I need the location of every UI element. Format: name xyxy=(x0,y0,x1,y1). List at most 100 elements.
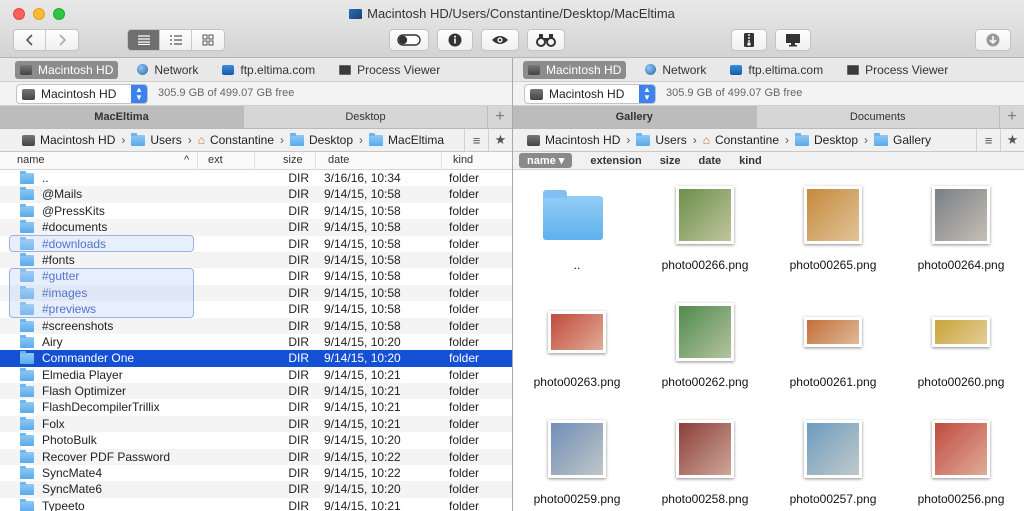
thumbnail-item[interactable]: photo00260.png xyxy=(897,287,1024,404)
detail-view-button[interactable] xyxy=(160,30,192,50)
list-item[interactable]: Flash Optimizer DIR 9/14/15, 10:21 folder xyxy=(0,383,512,400)
favorite-ftp[interactable]: ftp.eltima.com xyxy=(725,61,828,79)
thumbnail-item[interactable]: photo00257.png xyxy=(769,404,897,511)
terminal-button[interactable] xyxy=(775,29,811,51)
back-button[interactable] xyxy=(14,30,46,50)
sort-by-size[interactable]: size xyxy=(660,155,681,167)
thumbnail-item[interactable]: photo00263.png xyxy=(513,287,641,404)
list-item[interactable]: Recover PDF Password DIR 9/14/15, 10:22 fol… xyxy=(0,448,512,466)
thumbnail-item[interactable]: photo00259.png xyxy=(513,404,641,511)
list-item[interactable]: PhotoBulk DIR 9/14/15, 10:20 folder xyxy=(0,432,512,448)
list-item[interactable]: @Mails DIR 9/14/15, 10:58 folder xyxy=(0,186,512,203)
breadcrumb-item[interactable]: Users xyxy=(131,132,182,147)
breadcrumb-item[interactable]: Desktop xyxy=(290,132,353,147)
favorite-ftp[interactable]: ftp.eltima.com xyxy=(217,61,320,79)
sort-by-kind[interactable]: kind xyxy=(739,155,762,167)
menu-icon[interactable]: ≡ xyxy=(464,129,488,151)
parent-folder-item[interactable]: .. xyxy=(513,170,641,287)
column-size[interactable]: size xyxy=(283,154,303,166)
file-kind: folder xyxy=(449,449,480,464)
breadcrumb-item[interactable]: Macintosh HD xyxy=(22,133,115,147)
list-view-button[interactable] xyxy=(128,30,160,50)
tab-maceltima[interactable]: MacEltima xyxy=(0,106,244,128)
menu-icon[interactable]: ≡ xyxy=(976,129,1000,151)
breadcrumb-item[interactable]: MacEltima xyxy=(369,132,444,147)
favorite-macintosh-hd[interactable]: Macintosh HD xyxy=(15,60,119,79)
thumbnail-item[interactable]: photo00256.png xyxy=(897,404,1024,511)
column-name[interactable]: name xyxy=(17,154,45,166)
column-date[interactable]: date xyxy=(328,154,349,166)
file-name: FlashDecompilerTrillix xyxy=(42,400,160,415)
column-ext[interactable]: ext xyxy=(208,154,223,166)
list-item[interactable]: #screenshots DIR 9/14/15, 10:58 folder xyxy=(0,317,512,334)
thumbnail-item[interactable]: photo00262.png xyxy=(641,287,769,404)
list-item[interactable]: #gutter DIR 9/14/15, 10:58 folder xyxy=(0,268,512,284)
add-tab-button[interactable]: + xyxy=(1000,106,1024,128)
folder-icon xyxy=(131,132,146,146)
folder-icon xyxy=(20,334,34,348)
thumbnail-item[interactable]: photo00258.png xyxy=(641,404,769,511)
list-item[interactable]: Airy DIR 9/14/15, 10:20 folder xyxy=(0,334,512,350)
thumbnail-item[interactable]: photo00265.png xyxy=(769,170,897,287)
star-icon[interactable]: ★ xyxy=(488,129,512,151)
breadcrumb-item[interactable]: Users xyxy=(636,132,687,147)
left-drive-select[interactable]: Macintosh HD ▲ ▼ xyxy=(16,84,148,104)
column-kind[interactable]: kind xyxy=(453,154,473,166)
tab-gallery[interactable]: Gallery xyxy=(513,106,757,128)
thumbnail-item[interactable]: photo00264.png xyxy=(897,170,1024,287)
right-drive-select[interactable]: Macintosh HD ▲ ▼ xyxy=(524,84,656,104)
folder-icon xyxy=(636,132,651,146)
thumbnail-view-button[interactable] xyxy=(192,30,224,50)
file-date: 9/14/15, 10:58 xyxy=(324,220,401,235)
thumbnail-item[interactable]: photo00261.png xyxy=(769,287,897,404)
list-item[interactable]: Typeeto DIR 9/14/15, 10:21 folder xyxy=(0,498,512,511)
list-item[interactable]: #fonts DIR 9/14/15, 10:58 folder xyxy=(0,251,512,269)
star-icon[interactable]: ★ xyxy=(1000,129,1024,151)
list-item[interactable]: #downloads DIR 9/14/15, 10:58 folder xyxy=(0,236,512,252)
add-tab-button[interactable]: + xyxy=(488,106,512,128)
favorite-network[interactable]: Network xyxy=(132,61,203,79)
breadcrumb-item[interactable]: ⌂ Constantine xyxy=(703,133,779,147)
list-item[interactable]: Folx DIR 9/14/15, 10:21 folder xyxy=(0,415,512,433)
sort-by-name[interactable]: name ▾ xyxy=(519,153,573,168)
breadcrumb-item[interactable]: Desktop xyxy=(795,132,858,147)
list-item[interactable]: Commander One DIR 9/14/15, 10:20 folder xyxy=(0,350,512,367)
archive-button[interactable] xyxy=(731,29,767,51)
breadcrumb-item[interactable]: Macintosh HD xyxy=(527,133,620,147)
list-item[interactable]: Elmedia Player DIR 9/14/15, 10:21 folder xyxy=(0,367,512,383)
download-button[interactable] xyxy=(975,29,1011,51)
tab-documents[interactable]: Documents xyxy=(757,106,1000,128)
list-item[interactable]: .. DIR 3/16/16, 10:34 folder xyxy=(0,170,512,186)
forward-button[interactable] xyxy=(46,30,78,50)
tab-desktop[interactable]: Desktop xyxy=(244,106,488,128)
breadcrumb-item[interactable]: Gallery xyxy=(874,132,931,147)
file-kind: folder xyxy=(449,269,480,284)
search-button[interactable] xyxy=(527,29,565,51)
quick-look-button[interactable] xyxy=(481,29,519,51)
list-item[interactable]: #documents DIR 9/14/15, 10:58 folder xyxy=(0,219,512,236)
file-name: SyncMate4 xyxy=(42,466,103,481)
list-item[interactable]: SyncMate4 DIR 9/14/15, 10:22 folder xyxy=(0,465,512,481)
favorite-macintosh-hd[interactable]: Macintosh HD xyxy=(523,60,627,79)
list-item[interactable]: FlashDecompilerTrillix DIR 9/14/15, 10:21 f… xyxy=(0,399,512,415)
favorite-process-viewer[interactable]: Process Viewer xyxy=(842,61,953,79)
monitor-icon xyxy=(786,34,800,47)
favorite-process-viewer[interactable]: Process Viewer xyxy=(334,61,445,79)
list-item[interactable]: @PressKits DIR 9/14/15, 10:58 folder xyxy=(0,203,512,219)
favorite-network[interactable]: Network xyxy=(640,61,711,79)
list-item[interactable]: #images DIR 9/14/15, 10:58 folder xyxy=(0,284,512,302)
binoculars-icon xyxy=(536,34,556,47)
sort-by-date[interactable]: date xyxy=(698,155,721,167)
breadcrumb-item[interactable]: ⌂ Constantine xyxy=(198,133,274,147)
list-item[interactable]: #previews DIR 9/14/15, 10:58 folder xyxy=(0,301,512,317)
hidden-files-toggle[interactable] xyxy=(389,29,429,51)
file-date: 9/14/15, 10:21 xyxy=(324,498,401,511)
thumbnail-item[interactable]: photo00266.png xyxy=(641,170,769,287)
image-thumbnail xyxy=(548,420,606,478)
left-file-list: .. DIR 3/16/16, 10:34 folder @Mails DIR 9/14/1… xyxy=(0,170,512,511)
sort-by-extension[interactable]: extension xyxy=(590,155,641,167)
folder-icon xyxy=(20,269,34,283)
list-item[interactable]: SyncMate6 DIR 9/14/15, 10:20 folder xyxy=(0,481,512,498)
info-button[interactable] xyxy=(437,29,473,51)
zip-archive-icon xyxy=(744,33,754,47)
